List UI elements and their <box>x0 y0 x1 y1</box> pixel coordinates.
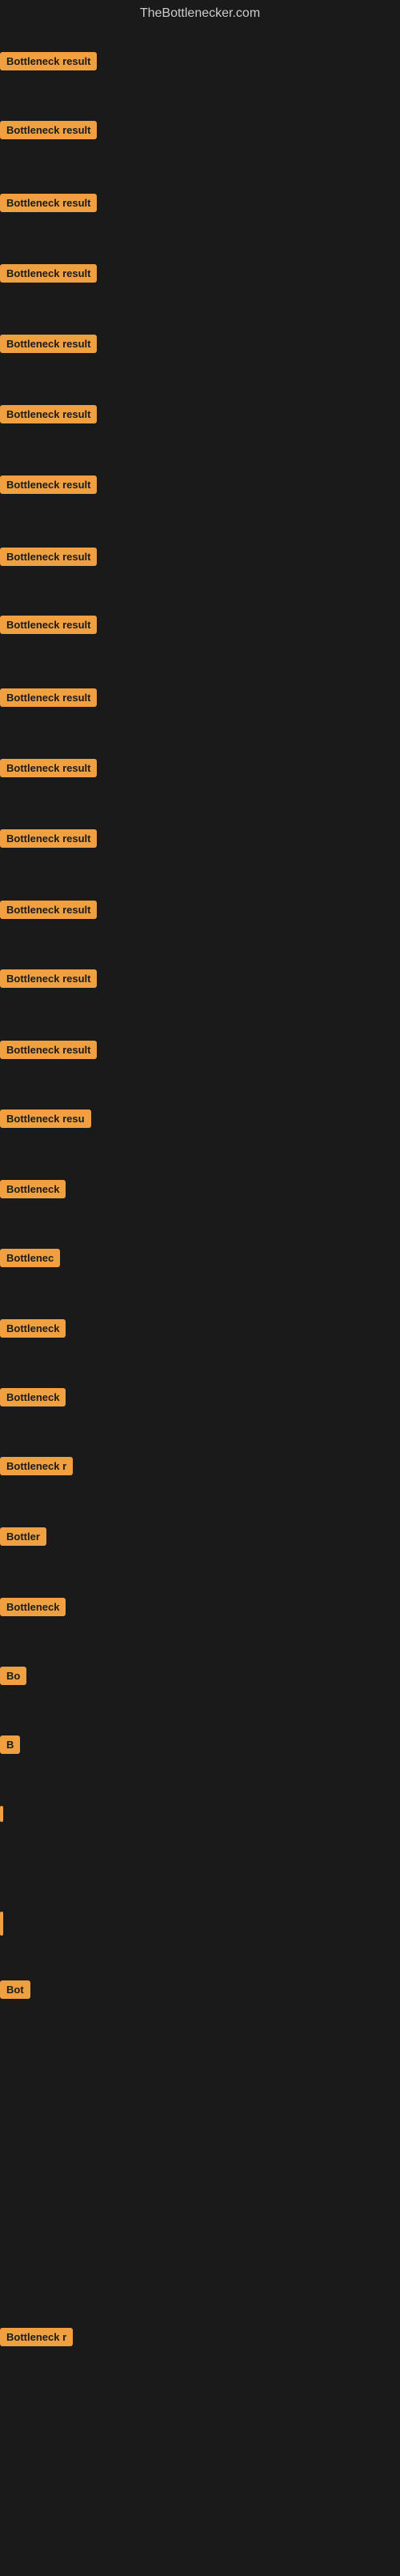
bottleneck-item: Bottleneck result <box>0 52 97 70</box>
bottleneck-badge: Bottleneck <box>0 1180 66 1198</box>
bottleneck-item: B <box>0 1735 20 1754</box>
bottleneck-item: Bottleneck result <box>0 548 97 566</box>
bottleneck-badge: Bottlenec <box>0 1249 60 1267</box>
bottleneck-badge: Bottleneck result <box>0 121 97 139</box>
bottleneck-badge: Bottler <box>0 1527 46 1546</box>
bottleneck-badge: Bottleneck r <box>0 1457 73 1475</box>
bottleneck-item: Bottleneck result <box>0 829 97 848</box>
bottleneck-badge: Bottleneck result <box>0 829 97 848</box>
bottleneck-badge: Bottleneck result <box>0 335 97 353</box>
bottleneck-badge: Bot <box>0 1980 30 1999</box>
bottleneck-item: Bottleneck result <box>0 969 97 988</box>
bottleneck-item: Bottleneck result <box>0 901 97 919</box>
bottleneck-badge: Bottleneck result <box>0 194 97 212</box>
bottleneck-badge: Bottleneck result <box>0 616 97 634</box>
bottleneck-item: Bottleneck result <box>0 264 97 283</box>
bottleneck-badge: Bottleneck result <box>0 264 97 283</box>
bottleneck-item: Bottleneck <box>0 1180 66 1198</box>
bottleneck-item: Bo <box>0 1667 26 1685</box>
bottleneck-item: Bottleneck <box>0 1319 66 1338</box>
bottleneck-badge <box>0 1912 3 1936</box>
bottleneck-item: Bot <box>0 1980 30 1999</box>
site-title: TheBottlenecker.com <box>0 0 400 30</box>
bottleneck-item <box>0 1806 3 1822</box>
bottleneck-badge: Bottleneck result <box>0 901 97 919</box>
bottleneck-item: Bottler <box>0 1527 46 1546</box>
bottleneck-badge: Bottleneck result <box>0 548 97 566</box>
bottleneck-item: Bottleneck result <box>0 194 97 212</box>
bottleneck-badge: Bottleneck result <box>0 405 97 423</box>
bottleneck-badge: Bottleneck result <box>0 1041 97 1059</box>
bottleneck-item: Bottleneck r <box>0 2328 73 2346</box>
bottleneck-badge <box>0 1806 3 1822</box>
bottleneck-badge: Bottleneck result <box>0 969 97 988</box>
bottleneck-item <box>0 1912 3 1936</box>
bottleneck-badge: Bottleneck <box>0 1388 66 1406</box>
bottleneck-item: Bottlenec <box>0 1249 60 1267</box>
bottleneck-badge: Bottleneck <box>0 1319 66 1338</box>
bottleneck-badge: Bottleneck <box>0 1598 66 1616</box>
bottleneck-item: Bottleneck resu <box>0 1109 91 1128</box>
bottleneck-badge: Bottleneck result <box>0 759 97 777</box>
bottleneck-item: Bottleneck result <box>0 688 97 707</box>
bottleneck-item: Bottleneck result <box>0 616 97 634</box>
bottleneck-badge: Bottleneck result <box>0 475 97 494</box>
bottleneck-item: Bottleneck result <box>0 475 97 494</box>
bottleneck-item: Bottleneck r <box>0 1457 73 1475</box>
bottleneck-item: Bottleneck result <box>0 759 97 777</box>
bottleneck-badge: Bo <box>0 1667 26 1685</box>
bottleneck-badge: Bottleneck result <box>0 52 97 70</box>
bottleneck-item: Bottleneck result <box>0 335 97 353</box>
bottleneck-item: Bottleneck result <box>0 1041 97 1059</box>
bottleneck-item: Bottleneck <box>0 1598 66 1616</box>
bottleneck-badge: Bottleneck result <box>0 688 97 707</box>
bottleneck-item: Bottleneck <box>0 1388 66 1406</box>
bottleneck-badge: Bottleneck r <box>0 2328 73 2346</box>
bottleneck-badge: B <box>0 1735 20 1754</box>
bottleneck-item: Bottleneck result <box>0 121 97 139</box>
bottleneck-item: Bottleneck result <box>0 405 97 423</box>
bottleneck-badge: Bottleneck resu <box>0 1109 91 1128</box>
